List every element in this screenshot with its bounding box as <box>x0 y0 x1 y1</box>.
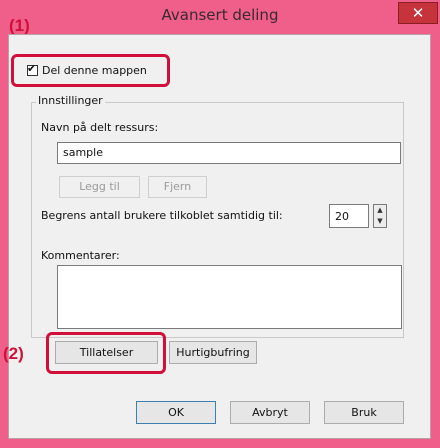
limit-users-spinner[interactable]: ▲ ▼ <box>373 204 387 228</box>
checkmark-icon: ✔ <box>27 62 37 75</box>
comments-label: Kommentarer: <box>41 249 120 262</box>
limit-users-input[interactable]: 20 <box>329 204 369 228</box>
spin-up-icon[interactable]: ▲ <box>374 205 386 216</box>
share-name-label: Navn på delt ressurs: <box>41 121 159 134</box>
window-title: Avansert deling <box>161 6 279 24</box>
title-bar[interactable]: Avansert deling ✕ <box>0 0 440 34</box>
close-button[interactable]: ✕ <box>398 2 438 24</box>
share-folder-checkbox[interactable]: ✔ <box>27 62 38 76</box>
advanced-sharing-dialog: Avansert deling ✕ (1) ✔ Del denne mappen… <box>0 0 440 448</box>
apply-button[interactable]: Bruk <box>324 401 404 424</box>
limit-users-label: Begrens antall brukere tilkoblet samtidi… <box>41 209 283 222</box>
remove-button[interactable]: Fjern <box>148 176 207 198</box>
permissions-button[interactable]: Tillatelser <box>55 341 158 364</box>
cancel-button[interactable]: Avbryt <box>230 401 310 424</box>
callout-2: (2) <box>3 344 24 363</box>
share-name-input[interactable]: sample <box>57 142 401 164</box>
caching-button[interactable]: Hurtigbufring <box>169 341 257 364</box>
share-folder-label[interactable]: Del denne mappen <box>42 64 147 77</box>
ok-button[interactable]: OK <box>136 401 216 424</box>
comments-textarea[interactable] <box>57 265 402 329</box>
callout-1: (1) <box>9 16 30 35</box>
settings-legend: Innstillinger <box>36 94 105 107</box>
dialog-content: ✔ Del denne mappen Innstillinger Navn på… <box>8 34 431 439</box>
spin-down-icon[interactable]: ▼ <box>374 216 386 227</box>
close-icon: ✕ <box>411 4 425 22</box>
add-button[interactable]: Legg til <box>59 176 140 198</box>
